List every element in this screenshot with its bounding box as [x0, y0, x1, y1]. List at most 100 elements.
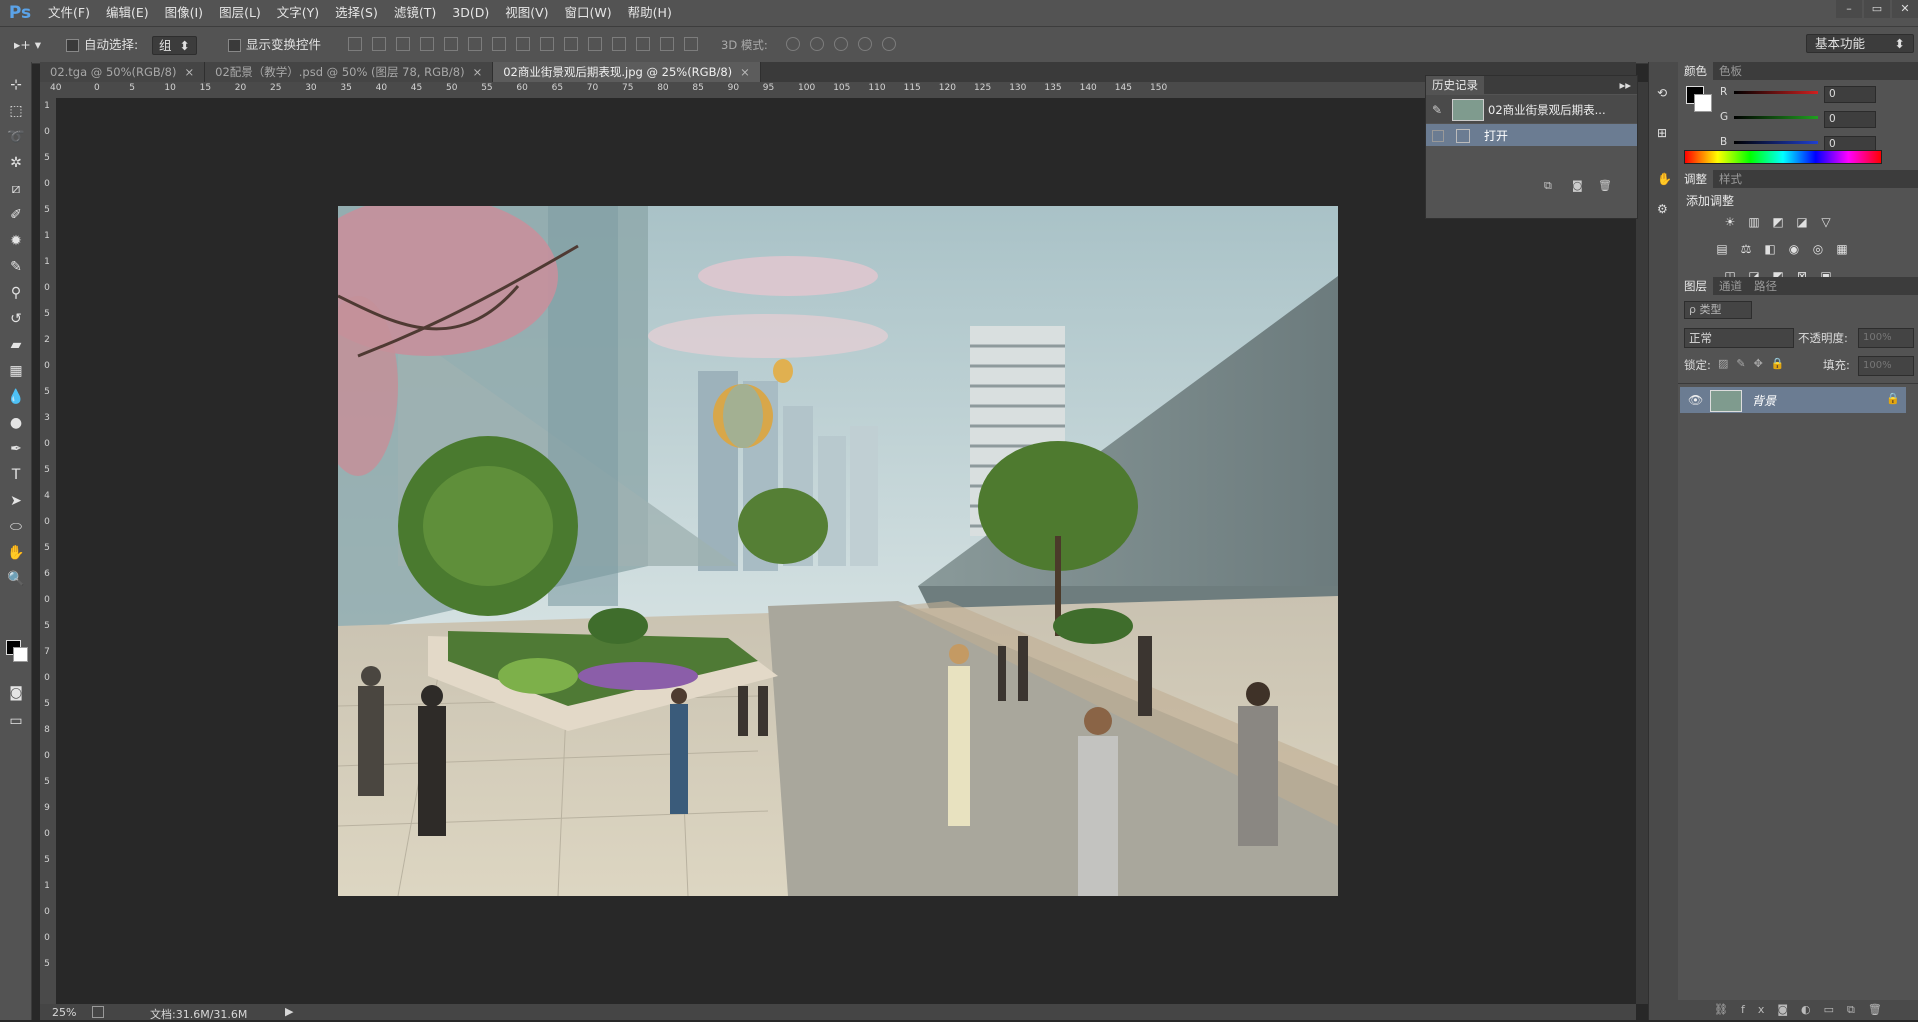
adjustment-icon[interactable]: ◩ — [1770, 215, 1786, 229]
tab-channels[interactable]: 通道 — [1713, 277, 1748, 295]
align-distribute-icon[interactable] — [348, 37, 362, 51]
brush-source-icon[interactable]: ✎ — [1432, 103, 1442, 117]
layer-kind-filter[interactable]: ρ 类型 — [1684, 301, 1752, 319]
adjustment-icon[interactable]: ◧ — [1762, 242, 1778, 256]
eraser-icon[interactable]: ▰ — [5, 334, 27, 356]
auto-select-checkbox[interactable] — [66, 39, 79, 52]
channel-slider[interactable] — [1734, 91, 1818, 94]
camera-icon[interactable]: ◙ — [1572, 179, 1583, 192]
adjustment-icon[interactable]: ◉ — [1786, 242, 1802, 256]
move-tool-preset[interactable]: ▸+ ▾ — [14, 36, 41, 54]
menu-item-9[interactable]: 窗口(W) — [557, 0, 620, 26]
align-distribute-icon[interactable] — [540, 37, 554, 51]
auto-select-dropdown[interactable]: 组 ⬍ — [152, 36, 197, 55]
menu-item-3[interactable]: 图层(L) — [211, 0, 269, 26]
dodge-tool-icon[interactable]: ● — [5, 412, 27, 434]
adjustment-icon[interactable]: ▤ — [1714, 242, 1730, 256]
gradient-tool-icon[interactable]: ▦ — [5, 360, 27, 382]
adjustment-icon[interactable]: ▦ — [1834, 242, 1850, 256]
layer-name[interactable]: 背景 — [1752, 392, 1776, 409]
adjustment-icon[interactable]: ⚖ — [1738, 242, 1754, 256]
trash-icon[interactable]: 🗑 — [1598, 179, 1612, 192]
menu-item-2[interactable]: 图像(I) — [157, 0, 211, 26]
restore-button[interactable]: ▭ — [1864, 0, 1890, 18]
document-tab-0[interactable]: 02.tga @ 50%(RGB/8) × — [40, 62, 206, 82]
tool-presets-dock-icon[interactable]: ⚙ — [1657, 202, 1668, 216]
document-tab-2[interactable]: 02商业街景观后期表现.jpg @ 25%(RGB/8) × — [493, 62, 761, 82]
shape-tool-icon[interactable]: ⬭ — [5, 516, 27, 538]
minimize-button[interactable]: – — [1836, 0, 1862, 18]
align-distribute-icon[interactable] — [636, 37, 650, 51]
menu-item-0[interactable]: 文件(F) — [40, 0, 98, 26]
adjustment-icon[interactable]: ◪ — [1794, 215, 1810, 229]
eye-icon[interactable]: 👁 — [1688, 393, 1703, 407]
history-snapshot[interactable]: ✎ 02商业街景观后期表... — [1426, 95, 1637, 123]
brush-dock-icon[interactable]: ✋ — [1657, 172, 1672, 186]
pen-tool-icon[interactable]: ✒ — [5, 438, 27, 460]
mode-3d-icon[interactable] — [858, 37, 872, 51]
tab-color[interactable]: 颜色 — [1678, 62, 1713, 80]
mode-3d-icon[interactable] — [882, 37, 896, 51]
layer-row[interactable]: 👁 背景 🔒 — [1680, 387, 1906, 413]
mode-3d-icon[interactable] — [786, 37, 800, 51]
zoom-level[interactable]: 25% — [52, 1006, 76, 1019]
layers-footer-icons[interactable]: ⛓fx◙◐▭⧉🗑 — [1678, 1000, 1918, 1020]
adjustment-icon[interactable]: ▥ — [1746, 215, 1762, 229]
eyedropper-icon[interactable]: ✐ — [5, 204, 27, 226]
properties-dock-icon[interactable]: ⊞ — [1657, 126, 1667, 140]
document-tab-1[interactable]: 02配景（教学）.psd @ 50% (图层 78, RGB/8) × — [205, 62, 494, 82]
new-document-icon[interactable]: ⧉ — [1544, 179, 1552, 193]
quick-mask-icon[interactable]: ◙ — [5, 682, 27, 704]
align-distribute-icon[interactable] — [444, 37, 458, 51]
vertical-scrollbar[interactable] — [1636, 82, 1648, 1004]
menu-item-5[interactable]: 选择(S) — [327, 0, 386, 26]
marquee-tool-icon[interactable]: ⬚ — [5, 100, 27, 122]
channel-value-input[interactable]: 0 — [1824, 86, 1876, 103]
channel-slider[interactable] — [1734, 116, 1818, 119]
tab-adjustments[interactable]: 调整 — [1678, 170, 1713, 188]
align-distribute-icon[interactable] — [396, 37, 410, 51]
align-distribute-icon[interactable] — [612, 37, 626, 51]
mode-3d-icon[interactable] — [810, 37, 824, 51]
background-color-icon[interactable] — [13, 647, 28, 662]
tab-history[interactable]: 历史记录 — [1426, 76, 1484, 94]
blend-mode-dropdown[interactable]: 正常 — [1684, 328, 1794, 348]
tab-swatches[interactable]: 色板 — [1713, 62, 1748, 80]
menu-item-4[interactable]: 文字(Y) — [269, 0, 327, 26]
align-distribute-icon[interactable] — [420, 37, 434, 51]
menu-item-7[interactable]: 3D(D) — [444, 0, 497, 26]
document-image[interactable] — [338, 206, 1338, 896]
magic-wand-icon[interactable]: ✲ — [5, 152, 27, 174]
workspace-dropdown[interactable]: 基本功能 ⬍ — [1806, 34, 1914, 53]
opacity-input[interactable]: 100% — [1858, 328, 1914, 348]
move-tool-icon[interactable]: ⊹ — [5, 74, 27, 96]
menu-item-10[interactable]: 帮助(H) — [620, 0, 680, 26]
align-distribute-icon[interactable] — [492, 37, 506, 51]
close-window-button[interactable]: ✕ — [1892, 0, 1918, 18]
tab-close-icon[interactable]: × — [184, 65, 194, 79]
zoom-tool-icon[interactable]: 🔍 — [5, 568, 27, 590]
channel-slider[interactable] — [1734, 141, 1818, 144]
align-distribute-icon[interactable] — [372, 37, 386, 51]
status-menu-arrow-icon[interactable]: ▶ — [285, 1005, 293, 1018]
show-transform-option[interactable]: 显示变换控件 — [228, 36, 321, 54]
lock-icons[interactable]: ▨✎✥🔒 — [1718, 357, 1793, 370]
lasso-tool-icon[interactable]: ➰ — [5, 126, 27, 148]
tab-styles[interactable]: 样式 — [1713, 170, 1748, 188]
panel-collapse-icon[interactable]: ▸▸ — [1619, 78, 1637, 92]
menu-item-8[interactable]: 视图(V) — [497, 0, 556, 26]
history-brush-icon[interactable]: ↺ — [5, 308, 27, 330]
mode-3d-icon[interactable] — [834, 37, 848, 51]
menu-item-6[interactable]: 滤镜(T) — [386, 0, 444, 26]
clone-stamp-icon[interactable]: ⚲ — [5, 282, 27, 304]
adjustment-icon[interactable]: ☀ — [1722, 215, 1738, 229]
history-item-checkbox[interactable] — [1432, 130, 1444, 142]
background-color-swatch[interactable] — [1694, 94, 1712, 112]
tab-layers[interactable]: 图层 — [1678, 277, 1713, 295]
crop-tool-icon[interactable]: ⧄ — [5, 178, 27, 200]
color-spectrum-bar[interactable] — [1684, 150, 1882, 164]
hand-tool-icon[interactable]: ✋ — [5, 542, 27, 564]
brush-tool-icon[interactable]: ✎ — [5, 256, 27, 278]
tab-close-icon[interactable]: × — [473, 65, 483, 79]
healing-brush-icon[interactable]: ✹ — [5, 230, 27, 252]
